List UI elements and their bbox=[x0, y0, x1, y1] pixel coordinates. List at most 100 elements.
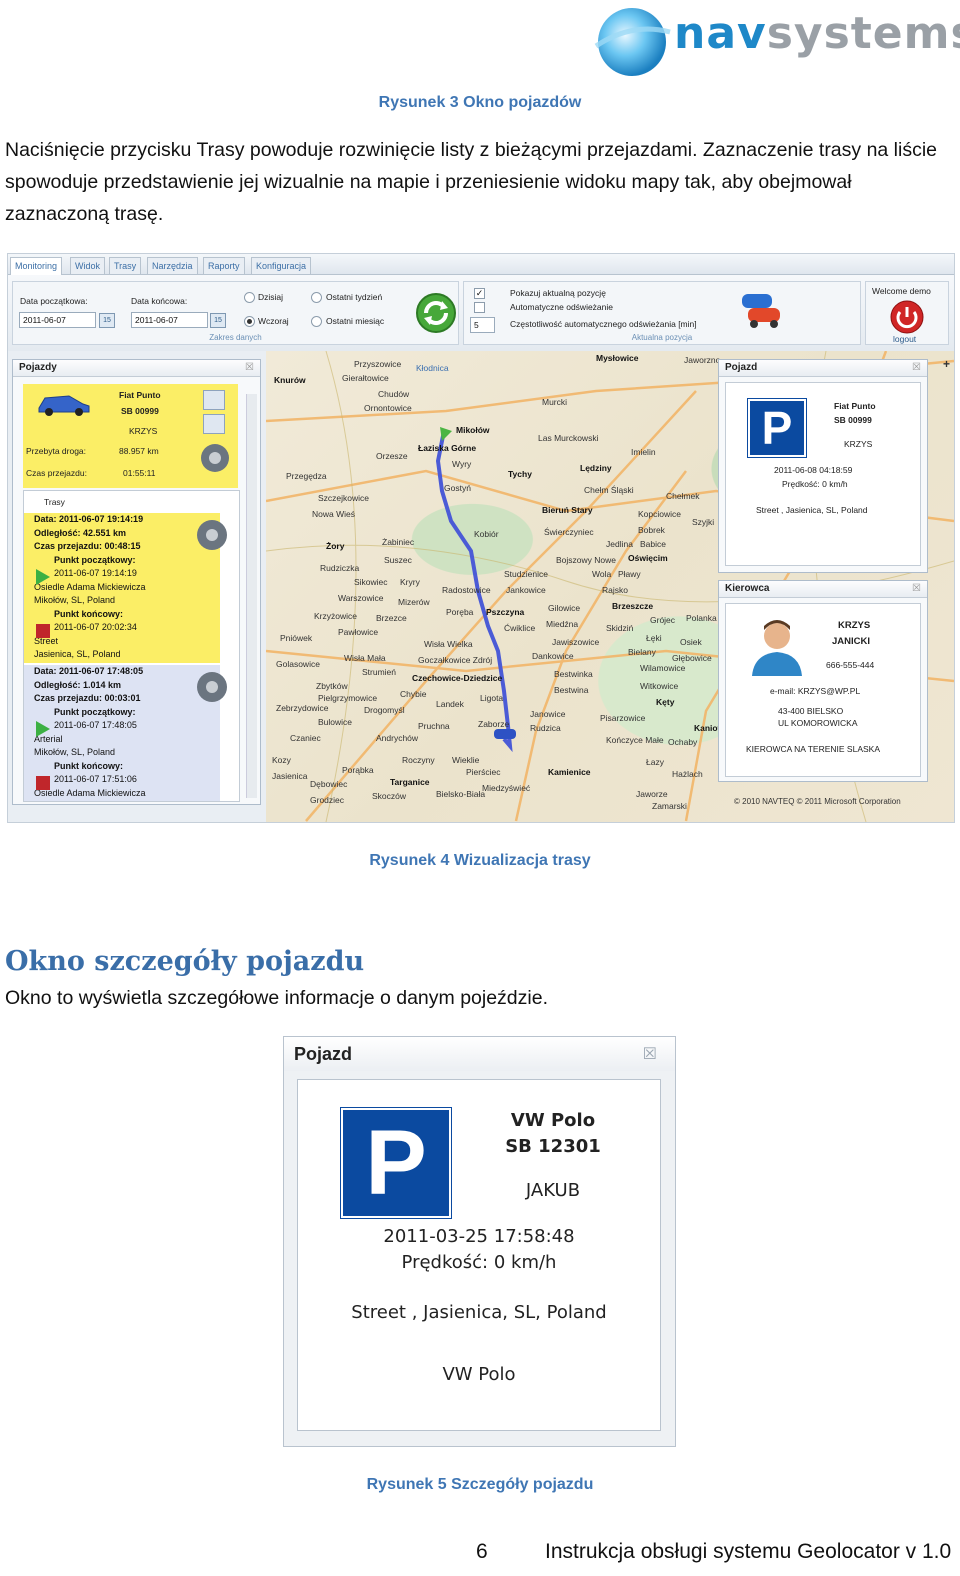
start-flag-icon bbox=[36, 569, 50, 585]
tab-raporty[interactable]: Raporty bbox=[203, 257, 245, 274]
calendar-icon[interactable]: 15 bbox=[99, 313, 115, 328]
date-start-label: Data początkowa: bbox=[20, 296, 88, 306]
time-label: Czas przejazdu: bbox=[26, 468, 87, 478]
parking-icon: P bbox=[748, 399, 806, 457]
logo-text-nav: nav bbox=[674, 8, 767, 59]
routes-icon[interactable] bbox=[194, 517, 230, 553]
trip-distance: Odległość: 42.551 km bbox=[34, 527, 127, 538]
trip-end-city: Jasienica, SL, Poland bbox=[34, 649, 121, 659]
radio-today[interactable] bbox=[244, 292, 255, 303]
refresh-icon[interactable] bbox=[415, 292, 457, 334]
zoom-in-icon[interactable]: + bbox=[943, 357, 950, 371]
map-label: Jaworze bbox=[636, 789, 668, 799]
power-icon[interactable] bbox=[889, 300, 925, 334]
map-label: Oświęcim bbox=[628, 553, 668, 563]
map-label: Kryry bbox=[400, 577, 420, 587]
section-heading: Okno szczegóły pojazdu bbox=[5, 946, 365, 977]
trip-end-label: Punkt końcowy: bbox=[54, 760, 124, 771]
trip-item[interactable]: Data: 2011-06-07 19:14:19 Odległość: 42.… bbox=[24, 513, 227, 663]
tab-trasy[interactable]: Trasy bbox=[109, 257, 142, 274]
logout-link[interactable]: logout bbox=[893, 334, 916, 344]
tab-widok[interactable]: Widok bbox=[70, 257, 106, 274]
driver-last-name: JANICKI bbox=[832, 636, 871, 647]
map-label: Chełm Śląski bbox=[584, 485, 634, 495]
tab-konfiguracja[interactable]: Konfiguracja bbox=[251, 257, 312, 274]
vehicle-address: Street , Jasienica, SL, Poland bbox=[351, 1302, 607, 1323]
map-label: Łęki bbox=[646, 633, 662, 643]
date-end-input[interactable]: 2011-06-07 bbox=[131, 312, 208, 328]
trip-date: Data: 2011-06-07 19:14:19 bbox=[34, 514, 144, 524]
trip-item[interactable]: Data: 2011-06-07 17:48:05 Odległość: 1.0… bbox=[24, 665, 227, 801]
map-label: Witkowice bbox=[640, 681, 679, 691]
distance-value: 88.957 km bbox=[119, 446, 159, 456]
routes-icon[interactable] bbox=[194, 669, 230, 705]
tab-monitoring[interactable]: Monitoring bbox=[10, 257, 63, 275]
map-label: Mysłowice bbox=[596, 353, 639, 363]
radio-yesterday-label: Wczoraj bbox=[258, 316, 289, 326]
map-label: Poręba bbox=[446, 607, 474, 617]
trip-end-time: 2011-06-07 17:51:06 bbox=[54, 774, 137, 784]
vehicle-details-title: Pojazd bbox=[284, 1037, 675, 1071]
driver-panel-title: Kierowca bbox=[719, 581, 927, 598]
close-icon[interactable]: ☒ bbox=[912, 583, 921, 594]
vehicle-card[interactable]: Fiat Punto SB 00999 KRZYS Przebyta droga… bbox=[23, 384, 238, 488]
map-label: Chybie bbox=[400, 689, 427, 699]
radio-last-week[interactable] bbox=[311, 292, 322, 303]
map-label: Pławy bbox=[618, 569, 641, 579]
map-label: Pniówek bbox=[280, 633, 313, 643]
driver-email: e-mail: KRZYS@WP.PL bbox=[770, 686, 861, 696]
close-icon[interactable]: ☒ bbox=[912, 362, 921, 373]
tab-narzedzia[interactable]: Narzędzia bbox=[147, 257, 198, 274]
welcome-text: Welcome demo bbox=[872, 286, 931, 296]
trip-duration: Czas przejazdu: 00:03:01 bbox=[34, 693, 141, 703]
driver-address-line2: UL KOMOROWICKA bbox=[778, 718, 858, 728]
route-start-flag-icon bbox=[440, 427, 452, 441]
vehicle-name: Fiat Punto bbox=[834, 401, 876, 411]
map-label: Jankowice bbox=[506, 585, 546, 595]
vehicle-timestamp: 2011-06-08 04:18:59 bbox=[774, 465, 853, 475]
refresh-frequency-input[interactable]: 5 bbox=[470, 317, 495, 333]
auto-refresh-checkbox[interactable] bbox=[474, 302, 485, 313]
map-label: Nowa Wieś bbox=[312, 509, 355, 519]
vehicle-speed: Prędkość: 0 km/h bbox=[782, 479, 848, 489]
map-label: Jaworzno bbox=[684, 355, 721, 365]
map-label: Szyjki bbox=[692, 517, 715, 527]
calendar-icon[interactable]: 15 bbox=[210, 313, 226, 328]
map-label: Wieklie bbox=[452, 755, 480, 765]
vehicle-details-box: P VW Polo SB 12301 JAKUB 2011-03-25 17:5… bbox=[297, 1079, 661, 1431]
toolbar: Data początkowa: 2011-06-07 15 Data końc… bbox=[8, 275, 954, 351]
date-start-input[interactable]: 2011-06-07 bbox=[19, 312, 96, 328]
vehicle-name: Fiat Punto bbox=[119, 390, 161, 400]
vehicle-plate: SB 00999 bbox=[121, 406, 159, 416]
map-label: Bestwina bbox=[554, 685, 589, 695]
driver-icon[interactable] bbox=[203, 414, 225, 434]
map-label: Zbytków bbox=[316, 681, 348, 691]
vehicle-driver: KRZYS bbox=[129, 426, 158, 436]
radio-yesterday[interactable] bbox=[244, 316, 255, 327]
routes-icon[interactable] bbox=[199, 442, 231, 474]
map-label: Tychy bbox=[508, 469, 532, 479]
map-label: Przyszowice bbox=[354, 359, 402, 369]
radio-last-month[interactable] bbox=[311, 316, 322, 327]
map-label: Głębowice bbox=[672, 653, 712, 663]
date-range-group: Data początkowa: 2011-06-07 15 Data końc… bbox=[12, 281, 459, 345]
map-label: Łazy bbox=[646, 757, 664, 767]
map-label: Chudów bbox=[378, 389, 410, 399]
show-position-checkbox[interactable]: ✓ bbox=[474, 288, 485, 299]
car-details-icon[interactable] bbox=[203, 390, 225, 410]
driver-first-name: KRZYS bbox=[838, 620, 871, 631]
trip-end-label: Punkt końcowy: bbox=[54, 608, 124, 619]
map-label: Pisarzowice bbox=[600, 713, 646, 723]
section-text: Okno to wyświetla szczegółowe informacje… bbox=[5, 987, 549, 1009]
trips-list: Trasy Data: 2011-06-07 19:14:19 Odległoś… bbox=[23, 490, 240, 802]
map-label: Radostowice bbox=[442, 585, 491, 595]
driver-note: KIEROWCA NA TERENIE SLASKA bbox=[746, 744, 880, 754]
trip-start-time: 2011-06-07 19:14:19 bbox=[54, 568, 137, 578]
scrollbar[interactable] bbox=[246, 394, 257, 798]
map-label: Kobiór bbox=[474, 529, 499, 539]
close-icon[interactable]: ☒ bbox=[643, 1044, 657, 1064]
map-label: Przegędza bbox=[286, 471, 327, 481]
map-label: Mikołów bbox=[456, 425, 490, 435]
close-icon[interactable]: ☒ bbox=[245, 362, 254, 373]
trip-date: Data: 2011-06-07 17:48:05 bbox=[34, 666, 144, 676]
